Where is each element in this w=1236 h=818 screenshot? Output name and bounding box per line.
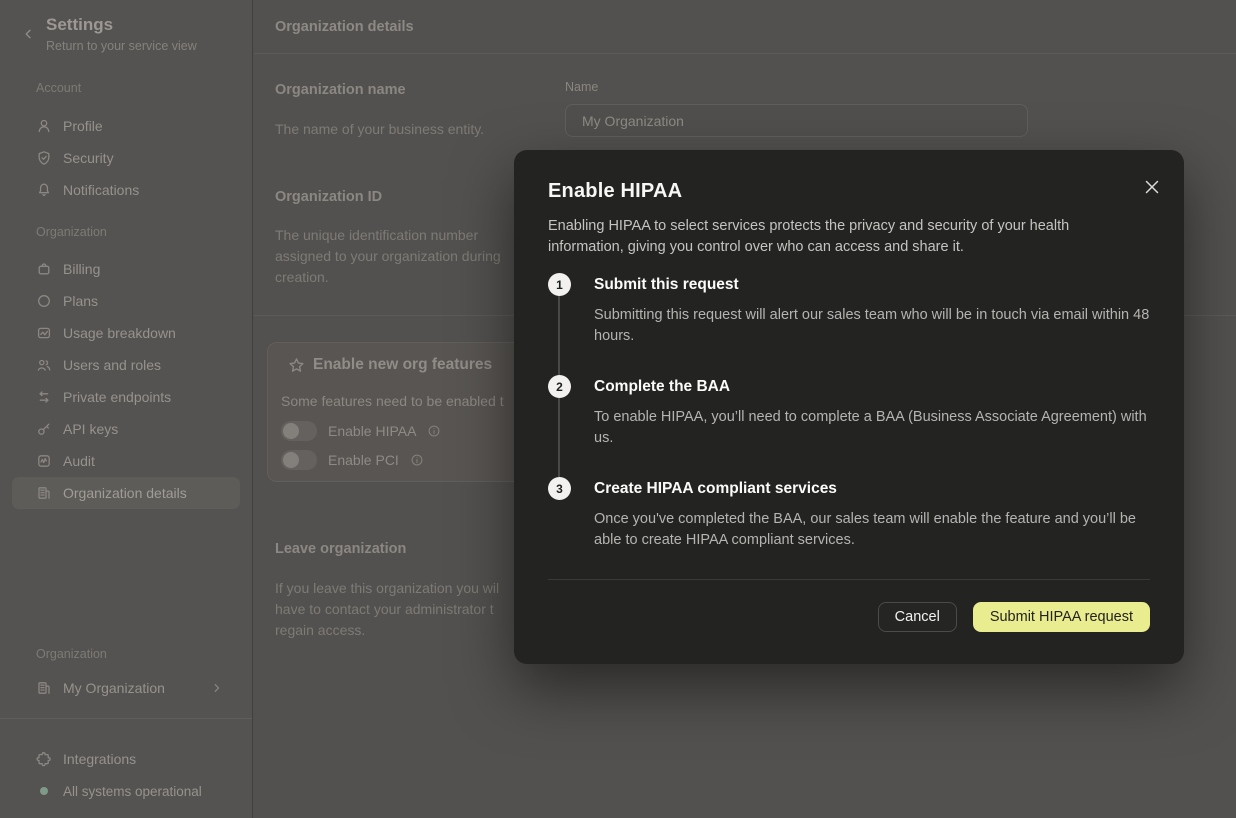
step-title: Submit this request bbox=[594, 273, 1150, 296]
org-id-heading: Organization ID bbox=[275, 189, 382, 205]
sidebar-item-notifications[interactable]: Notifications bbox=[12, 174, 240, 206]
leave-org-heading: Leave organization bbox=[275, 541, 406, 557]
user-icon bbox=[36, 118, 52, 134]
step-body: To enable HIPAA, you’ll need to complete… bbox=[594, 407, 1150, 449]
sidebar-item-users-and-roles[interactable]: Users and roles bbox=[12, 349, 240, 381]
step-number-badge: 2 bbox=[548, 375, 571, 398]
modal-title: Enable HIPAA bbox=[548, 180, 1150, 203]
billing-icon bbox=[36, 261, 52, 277]
shield-icon bbox=[36, 150, 52, 166]
sidebar-item-organization-details[interactable]: Organization details bbox=[12, 477, 240, 509]
sidebar-item-label: Profile bbox=[63, 118, 103, 134]
audit-icon bbox=[36, 453, 52, 469]
sidebar-item-integrations[interactable]: Integrations bbox=[12, 743, 240, 775]
sidebar-item-label: Private endpoints bbox=[63, 389, 171, 405]
sidebar-item-label: Users and roles bbox=[63, 357, 161, 373]
org-name-description: The name of your business entity. bbox=[275, 119, 537, 140]
sidebar-item-label: Billing bbox=[63, 261, 100, 277]
name-input-value: My Organization bbox=[582, 113, 684, 129]
sidebar-item-private-endpoints[interactable]: Private endpoints bbox=[12, 381, 240, 413]
app-window: Settings Return to your service view Acc… bbox=[0, 0, 1236, 818]
sidebar-item-api-keys[interactable]: API keys bbox=[12, 413, 240, 445]
step-complete-baa: 2 Complete the BAA To enable HIPAA, you’… bbox=[548, 375, 1150, 449]
modal-description: Enabling HIPAA to select services protec… bbox=[548, 216, 1108, 258]
settings-sidebar: Settings Return to your service view Acc… bbox=[0, 0, 253, 818]
circle-icon bbox=[36, 293, 52, 309]
users-icon bbox=[36, 357, 52, 373]
close-icon[interactable] bbox=[1145, 180, 1159, 194]
sidebar-item-label: Plans bbox=[63, 293, 98, 309]
system-status-item[interactable]: All systems operational bbox=[12, 775, 240, 807]
sidebar-item-billing[interactable]: Billing bbox=[12, 253, 240, 285]
star-icon bbox=[288, 357, 305, 374]
name-input[interactable]: My Organization bbox=[565, 104, 1028, 137]
section-label-account: Account bbox=[36, 81, 81, 95]
step-body: Submitting this request will alert our s… bbox=[594, 305, 1150, 347]
sidebar-item-label: Audit bbox=[63, 453, 95, 469]
step-number-badge: 3 bbox=[548, 477, 571, 500]
steps-list: 1 Submit this request Submitting this re… bbox=[548, 273, 1150, 551]
status-label: All systems operational bbox=[63, 784, 202, 799]
enable-hipaa-modal: Enable HIPAA Enabling HIPAA to select se… bbox=[514, 150, 1184, 664]
leave-org-description: If you leave this organization you wil h… bbox=[275, 578, 525, 641]
enable-pci-label: Enable PCI bbox=[328, 452, 399, 468]
sidebar-item-label: Security bbox=[63, 150, 114, 166]
page-title: Organization details bbox=[275, 19, 414, 35]
header-divider bbox=[254, 53, 1236, 54]
key-icon bbox=[36, 421, 52, 437]
building-icon bbox=[36, 680, 52, 696]
step-title: Create HIPAA compliant services bbox=[594, 477, 1150, 500]
step-body: Once you've completed the BAA, our sales… bbox=[594, 509, 1150, 551]
sidebar-item-my-organization[interactable]: My Organization bbox=[12, 672, 240, 704]
step-submit-request: 1 Submit this request Submitting this re… bbox=[548, 273, 1150, 347]
status-dot-icon bbox=[40, 787, 48, 795]
step-create-services: 3 Create HIPAA compliant services Once y… bbox=[548, 477, 1150, 551]
chart-icon bbox=[36, 325, 52, 341]
sidebar-subtitle: Return to your service view bbox=[46, 39, 197, 53]
bell-icon bbox=[36, 182, 52, 198]
puzzle-icon bbox=[36, 751, 52, 767]
name-field-label: Name bbox=[565, 80, 598, 94]
sidebar-item-audit[interactable]: Audit bbox=[12, 445, 240, 477]
sidebar-item-security[interactable]: Security bbox=[12, 142, 240, 174]
chevron-right-icon bbox=[210, 681, 224, 695]
section-label-organization: Organization bbox=[36, 225, 107, 239]
sidebar-item-label: My Organization bbox=[63, 680, 165, 696]
sidebar-item-label: Usage breakdown bbox=[63, 325, 176, 341]
sidebar-item-label: Notifications bbox=[63, 182, 139, 198]
step-number-badge: 1 bbox=[548, 273, 571, 296]
enable-hipaa-toggle[interactable] bbox=[281, 421, 317, 441]
back-chevron-icon[interactable] bbox=[20, 26, 36, 42]
features-card-description: Some features need to be enabled t bbox=[281, 393, 504, 409]
section-label-organization-switcher: Organization bbox=[36, 647, 107, 661]
sidebar-item-usage-breakdown[interactable]: Usage breakdown bbox=[12, 317, 240, 349]
step-title: Complete the BAA bbox=[594, 375, 1150, 398]
sidebar-item-label: Integrations bbox=[63, 751, 136, 767]
enable-pci-toggle[interactable] bbox=[281, 450, 317, 470]
info-icon[interactable] bbox=[427, 424, 441, 438]
sidebar-item-label: API keys bbox=[63, 421, 118, 437]
features-card-title: Enable new org features bbox=[313, 356, 492, 374]
sidebar-divider bbox=[0, 718, 252, 719]
arrows-swap-icon bbox=[36, 389, 52, 405]
modal-footer-divider bbox=[548, 579, 1150, 580]
enable-hipaa-label: Enable HIPAA bbox=[328, 423, 416, 439]
sidebar-title: Settings bbox=[46, 15, 113, 35]
info-icon[interactable] bbox=[410, 453, 424, 467]
sidebar-item-label: Organization details bbox=[63, 485, 187, 501]
org-name-heading: Organization name bbox=[275, 82, 406, 98]
building-icon bbox=[36, 485, 52, 501]
sidebar-item-plans[interactable]: Plans bbox=[12, 285, 240, 317]
org-id-description: The unique identification number assigne… bbox=[275, 225, 533, 288]
sidebar-item-profile[interactable]: Profile bbox=[12, 110, 240, 142]
cancel-button[interactable]: Cancel bbox=[878, 602, 957, 632]
submit-hipaa-request-button[interactable]: Submit HIPAA request bbox=[973, 602, 1150, 632]
